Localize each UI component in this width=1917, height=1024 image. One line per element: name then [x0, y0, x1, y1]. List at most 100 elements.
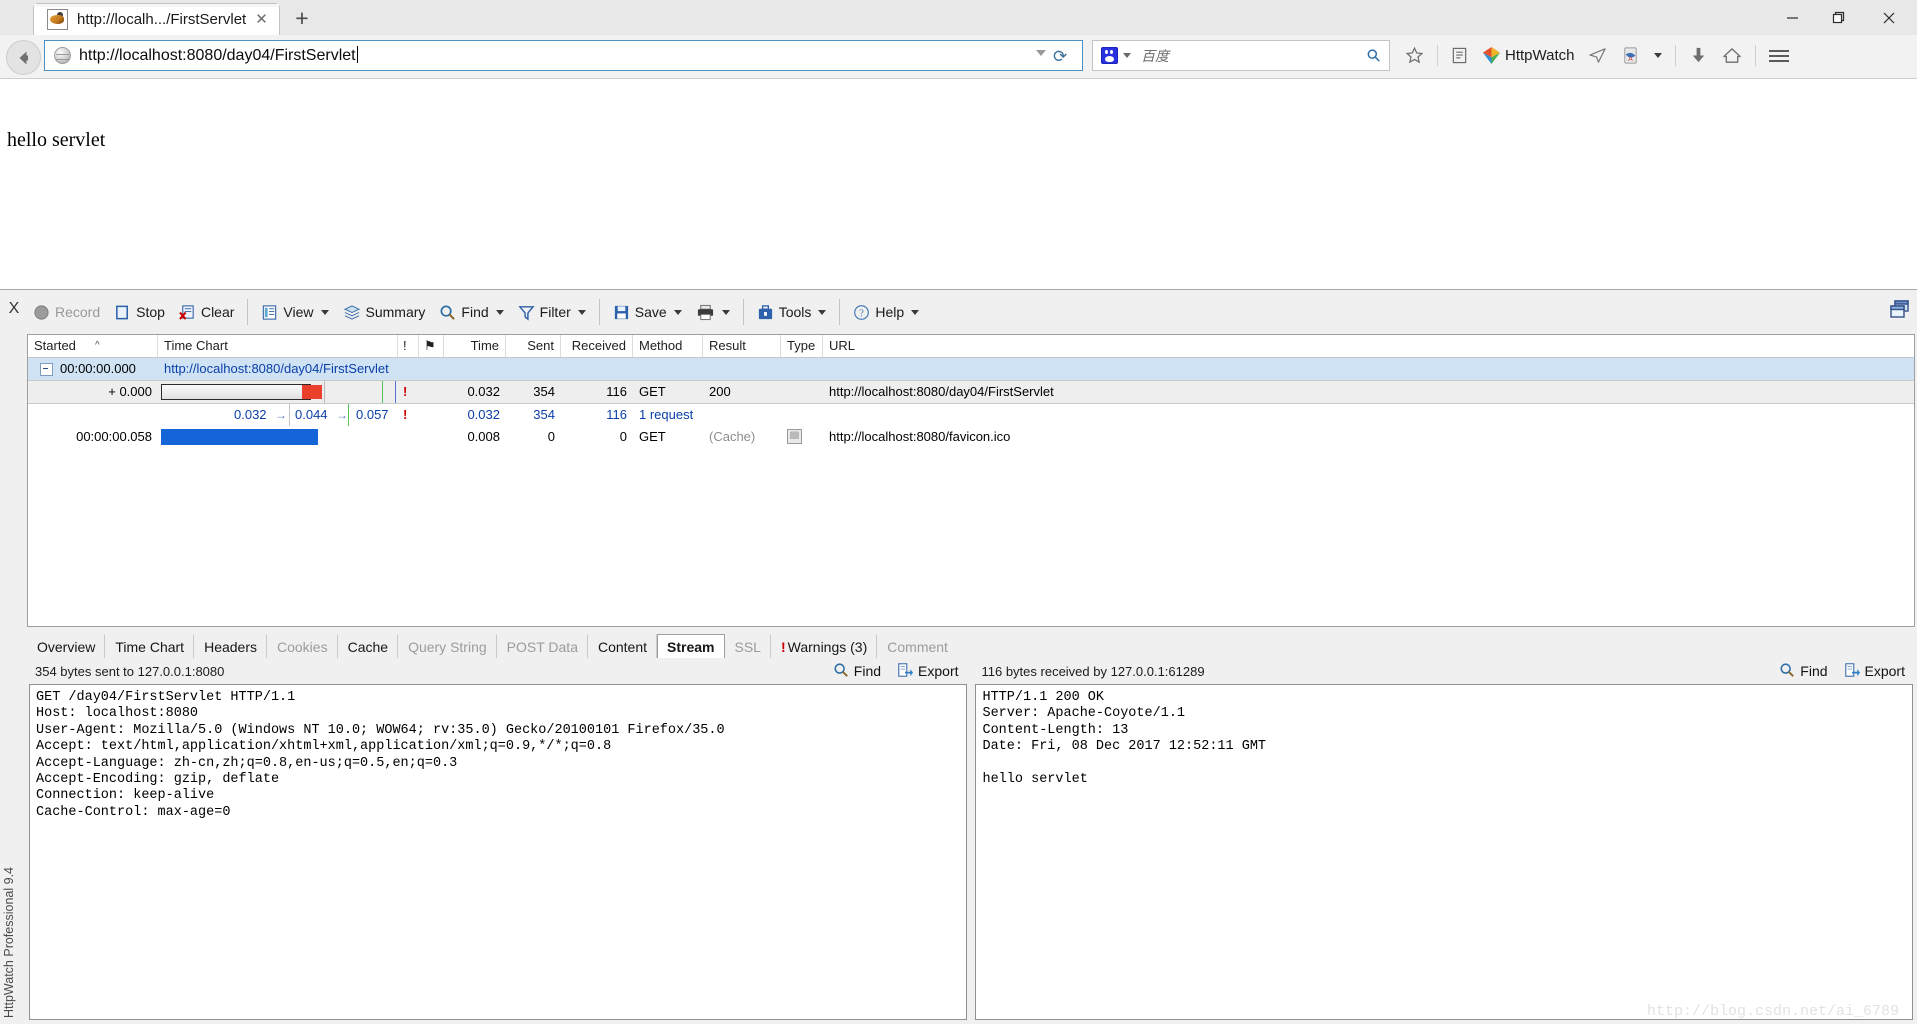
summary-button[interactable]: Summary	[336, 297, 433, 327]
row-group-url: http://localhost:8080/day04/FirstServlet	[164, 361, 389, 376]
table-row[interactable]: 00:00:00.058 0.008 0 0 GET (Cache) http:…	[28, 426, 1914, 448]
save-button[interactable]: Save	[606, 297, 689, 327]
row-started: 00:00:00.058	[76, 429, 152, 444]
column-header-time-chart[interactable]: Time Chart	[158, 335, 398, 357]
tab-content[interactable]: Content	[588, 634, 658, 658]
tick-value-2: 0.044	[295, 407, 328, 422]
httpwatch-close-button[interactable]: X	[4, 299, 24, 319]
back-arrow-icon[interactable]	[6, 40, 41, 75]
column-header-method[interactable]: Method	[633, 335, 703, 357]
view-button[interactable]: View	[254, 297, 335, 327]
close-icon[interactable]: ✕	[254, 12, 269, 27]
address-bar-text: http://localhost:8080/day04/FirstServlet	[79, 46, 358, 64]
toolbar-divider	[247, 299, 249, 325]
search-icon	[833, 662, 849, 681]
tick-value-3: 0.057	[356, 407, 389, 422]
chevron-down-icon[interactable]	[577, 309, 586, 315]
chevron-down-icon[interactable]	[1647, 40, 1669, 71]
warning-bang-icon: !	[780, 639, 786, 655]
row-flag	[419, 381, 444, 403]
stop-button[interactable]: Stop	[107, 297, 172, 327]
tab-warnings[interactable]: ! Warnings (3)	[771, 634, 878, 658]
view-label: View	[283, 304, 314, 320]
search-input[interactable]: 百度	[1141, 46, 1169, 66]
tab-ssl[interactable]: SSL	[725, 634, 771, 658]
request-export-button[interactable]: Export	[897, 662, 959, 681]
reload-icon[interactable]: ⟳	[1053, 47, 1072, 66]
request-find-button[interactable]: Find	[833, 662, 881, 681]
search-bar[interactable]: 百度 ⚲	[1092, 40, 1390, 71]
row-expander-icon[interactable]	[40, 362, 53, 376]
row-flag	[419, 426, 444, 448]
summary-label: Summary	[365, 304, 426, 320]
tab-post-data[interactable]: POST Data	[497, 634, 588, 658]
column-header-flag[interactable]: ⚑	[419, 335, 444, 357]
response-find-button[interactable]: Find	[1779, 662, 1828, 681]
tab-time-chart[interactable]: Time Chart	[105, 634, 195, 658]
chevron-down-icon[interactable]	[1123, 53, 1131, 58]
timing-bar-total	[161, 384, 311, 400]
record-button[interactable]: Record	[26, 297, 107, 327]
table-row[interactable]: + 0.000 ! 0.032 354 116 GET 200 http://l…	[28, 380, 1914, 404]
response-stream-text[interactable]: HTTP/1.1 200 OK Server: Apache-Coyote/1.…	[975, 684, 1913, 1020]
tab-overview[interactable]: Overview	[27, 634, 106, 658]
menu-hamburger-icon[interactable]	[1762, 40, 1796, 71]
minimize-icon[interactable]	[1769, 0, 1815, 35]
column-header-received[interactable]: Received	[561, 335, 633, 357]
response-export-button[interactable]: Export	[1844, 662, 1905, 681]
search-icon[interactable]: ⚲	[1362, 44, 1385, 67]
chevron-down-icon[interactable]	[1036, 50, 1046, 56]
tab-cache[interactable]: Cache	[338, 634, 399, 658]
row-sent: 354	[533, 384, 555, 399]
new-tab-button[interactable]: +	[290, 7, 314, 31]
row-method: GET	[639, 429, 666, 444]
download-icon[interactable]	[1682, 40, 1715, 71]
reading-list-icon[interactable]	[1444, 40, 1475, 71]
chevron-down-icon[interactable]	[673, 309, 682, 315]
column-header-time[interactable]: Time	[444, 335, 506, 357]
home-icon[interactable]	[1715, 40, 1749, 71]
httpwatch-product-label: HttpWatch Professional 9.4	[2, 867, 16, 1018]
tab-comment[interactable]: Comment	[877, 634, 957, 658]
request-pane: 354 bytes sent to 127.0.0.1:8080 Find Ex…	[27, 658, 969, 1022]
request-grid[interactable]: Started ^ Time Chart ! ⚑ Time Sent Recei…	[27, 334, 1915, 627]
find-button[interactable]: Find	[432, 297, 510, 327]
column-header-url[interactable]: URL	[823, 335, 1323, 357]
chevron-down-icon[interactable]	[320, 309, 329, 315]
clear-button[interactable]: Clear	[172, 297, 241, 327]
toolbar-divider	[839, 299, 841, 325]
table-row[interactable]: 00:00:00.000 http://localhost:8080/day04…	[28, 358, 1914, 380]
table-row[interactable]: 0.032 → 0.044 → 0.057 → ! 0.032 354 116 …	[28, 404, 1914, 426]
chevron-down-icon[interactable]	[495, 309, 504, 315]
paper-plane-icon[interactable]	[1581, 40, 1614, 71]
column-header-warning[interactable]: !	[398, 335, 419, 357]
column-header-result[interactable]: Result	[703, 335, 781, 357]
tab-query-string[interactable]: Query String	[398, 634, 497, 658]
address-bar[interactable]: http://localhost:8080/day04/FirstServlet…	[44, 40, 1083, 71]
bookmark-star-icon[interactable]	[1398, 40, 1431, 71]
restore-panel-icon[interactable]	[1887, 299, 1911, 320]
column-header-type[interactable]: Type	[781, 335, 823, 357]
httpwatch-toolbar-button[interactable]: HttpWatch	[1475, 40, 1581, 71]
tools-button[interactable]: Tools	[750, 297, 834, 327]
restore-icon[interactable]	[1815, 0, 1861, 35]
tab-headers[interactable]: Headers	[194, 634, 267, 658]
filter-button[interactable]: Filter	[511, 297, 593, 327]
chevron-down-icon[interactable]	[721, 309, 730, 315]
row-started: + 0.000	[108, 384, 152, 399]
browser-tab[interactable]: http://localh.../FirstServlet ✕	[33, 3, 280, 35]
print-button[interactable]	[689, 297, 737, 327]
chevron-down-icon[interactable]	[818, 309, 827, 315]
chevron-down-icon[interactable]	[911, 309, 920, 315]
column-header-sent[interactable]: Sent	[506, 335, 561, 357]
help-button[interactable]: ? Help	[846, 297, 926, 327]
tab-cookies[interactable]: Cookies	[267, 634, 338, 658]
column-header-started[interactable]: Started ^	[28, 335, 158, 357]
pdf-icon[interactable]: A	[1614, 40, 1647, 71]
timing-bar-cache	[161, 429, 318, 445]
request-bytes-label: 354 bytes sent to 127.0.0.1:8080	[35, 663, 225, 679]
close-icon[interactable]	[1861, 0, 1917, 35]
tab-stream[interactable]: Stream	[657, 634, 725, 659]
stream-panes: 354 bytes sent to 127.0.0.1:8080 Find Ex…	[27, 658, 1915, 1022]
request-stream-text[interactable]: GET /day04/FirstServlet HTTP/1.1 Host: l…	[29, 684, 967, 1020]
